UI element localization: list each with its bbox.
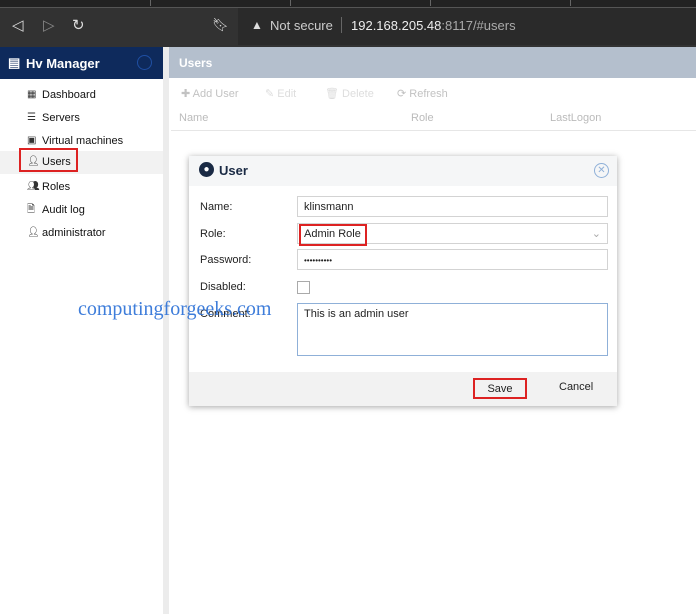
- password-input[interactable]: ••••••••••: [297, 249, 608, 270]
- delete-label: Delete: [342, 88, 374, 100]
- edit-icon: ✎: [265, 88, 278, 100]
- role-label: Role:: [200, 228, 226, 240]
- trash-icon: 🗑︎: [325, 88, 343, 100]
- chevron-down-icon: ⌄: [591, 228, 601, 240]
- disabled-label: Disabled:: [200, 281, 246, 293]
- bookmark-icon[interactable]: 🔖︎: [212, 17, 229, 33]
- users-icon: 👥︎: [27, 181, 40, 192]
- column-header-lastlogon[interactable]: LastLogon: [550, 112, 601, 124]
- sidebar-item-users[interactable]: 👤︎ Users: [0, 148, 163, 174]
- sidebar-item-label: Dashboard: [42, 89, 96, 101]
- sidebar-item-roles[interactable]: 👥︎ Roles: [0, 176, 163, 199]
- back-icon[interactable]: ◁: [12, 16, 24, 34]
- collapse-icon[interactable]: [137, 55, 152, 70]
- server-icon: ☰: [27, 112, 36, 123]
- delete-button[interactable]: 🗑︎ Delete: [325, 87, 374, 100]
- refresh-icon: ⟳: [397, 88, 410, 100]
- close-icon[interactable]: ✕: [594, 163, 609, 178]
- plus-icon: ✚: [181, 88, 193, 100]
- add-user-label: Add User: [192, 88, 239, 100]
- log-icon: 🗎︎: [27, 204, 36, 215]
- splitter[interactable]: [163, 47, 169, 614]
- add-user-button[interactable]: ✚ Add User: [181, 87, 239, 100]
- dialog-title: User: [219, 163, 248, 178]
- sidebar-item-label: Virtual machines: [42, 135, 124, 147]
- page-title: Users: [169, 47, 696, 78]
- sidebar-item-servers[interactable]: ☰ Servers: [0, 107, 163, 130]
- highlight-box: [299, 224, 367, 246]
- url[interactable]: 192.168.205.48:8117/#users: [351, 18, 516, 33]
- sidebar-item-label: Roles: [42, 181, 71, 193]
- sidebar-item-label: Servers: [42, 112, 80, 124]
- vm-icon: ▣: [27, 135, 37, 146]
- brand-label: Hv Manager: [26, 56, 100, 71]
- forward-icon[interactable]: ▷: [43, 16, 55, 34]
- sidebar-item-label: administrator: [42, 227, 106, 239]
- edit-label: Edit: [277, 88, 297, 100]
- dialog-footer: Save Cancel: [189, 372, 617, 406]
- password-label: Password:: [200, 254, 252, 266]
- user-icon: 👤︎: [27, 156, 40, 167]
- warning-icon: ▲: [251, 18, 263, 32]
- name-label: Name:: [200, 201, 233, 213]
- security-label: Not secure: [270, 18, 333, 33]
- app-brand: ▤ Hv Manager: [0, 47, 163, 79]
- column-header-role[interactable]: Role: [411, 112, 434, 124]
- comment-textarea[interactable]: This is an admin user: [297, 303, 608, 356]
- disabled-checkbox[interactable]: [297, 281, 310, 294]
- divider: [341, 17, 342, 33]
- cancel-button[interactable]: Cancel: [559, 381, 593, 393]
- grid-icon: ▦: [27, 89, 37, 100]
- name-input[interactable]: klinsmann: [297, 196, 608, 217]
- sidebar-item-dashboard[interactable]: ▦ Dashboard: [0, 84, 163, 107]
- refresh-label: Refresh: [409, 88, 448, 100]
- user-admin-icon: 👤︎: [27, 227, 40, 238]
- url-host: 192.168.205.48: [351, 18, 442, 33]
- user-dialog: ● User ✕ Name: klinsmann Role: Admin Rol…: [189, 156, 617, 406]
- url-path: :8117/#users: [441, 18, 516, 33]
- sidebar-item-audit-log[interactable]: 🗎︎ Audit log: [0, 199, 163, 222]
- sidebar-item-administrator[interactable]: 👤︎ administrator: [0, 222, 163, 245]
- dialog-header: ● User ✕: [189, 156, 617, 186]
- header-divider: [171, 130, 696, 131]
- edit-button[interactable]: ✎ Edit: [265, 87, 296, 100]
- browser-tab-strip: [0, 0, 696, 8]
- save-button[interactable]: Save: [473, 378, 527, 399]
- watermark: computingforgeeks.com: [78, 298, 272, 320]
- column-header-name[interactable]: Name: [179, 112, 208, 124]
- sidebar-item-label: Audit log: [42, 204, 85, 216]
- app-logo-icon: ▤: [8, 55, 21, 70]
- refresh-button[interactable]: ⟳ Refresh: [397, 87, 448, 100]
- reload-icon[interactable]: ↻: [72, 16, 85, 34]
- user-circle-icon: ●: [199, 162, 214, 177]
